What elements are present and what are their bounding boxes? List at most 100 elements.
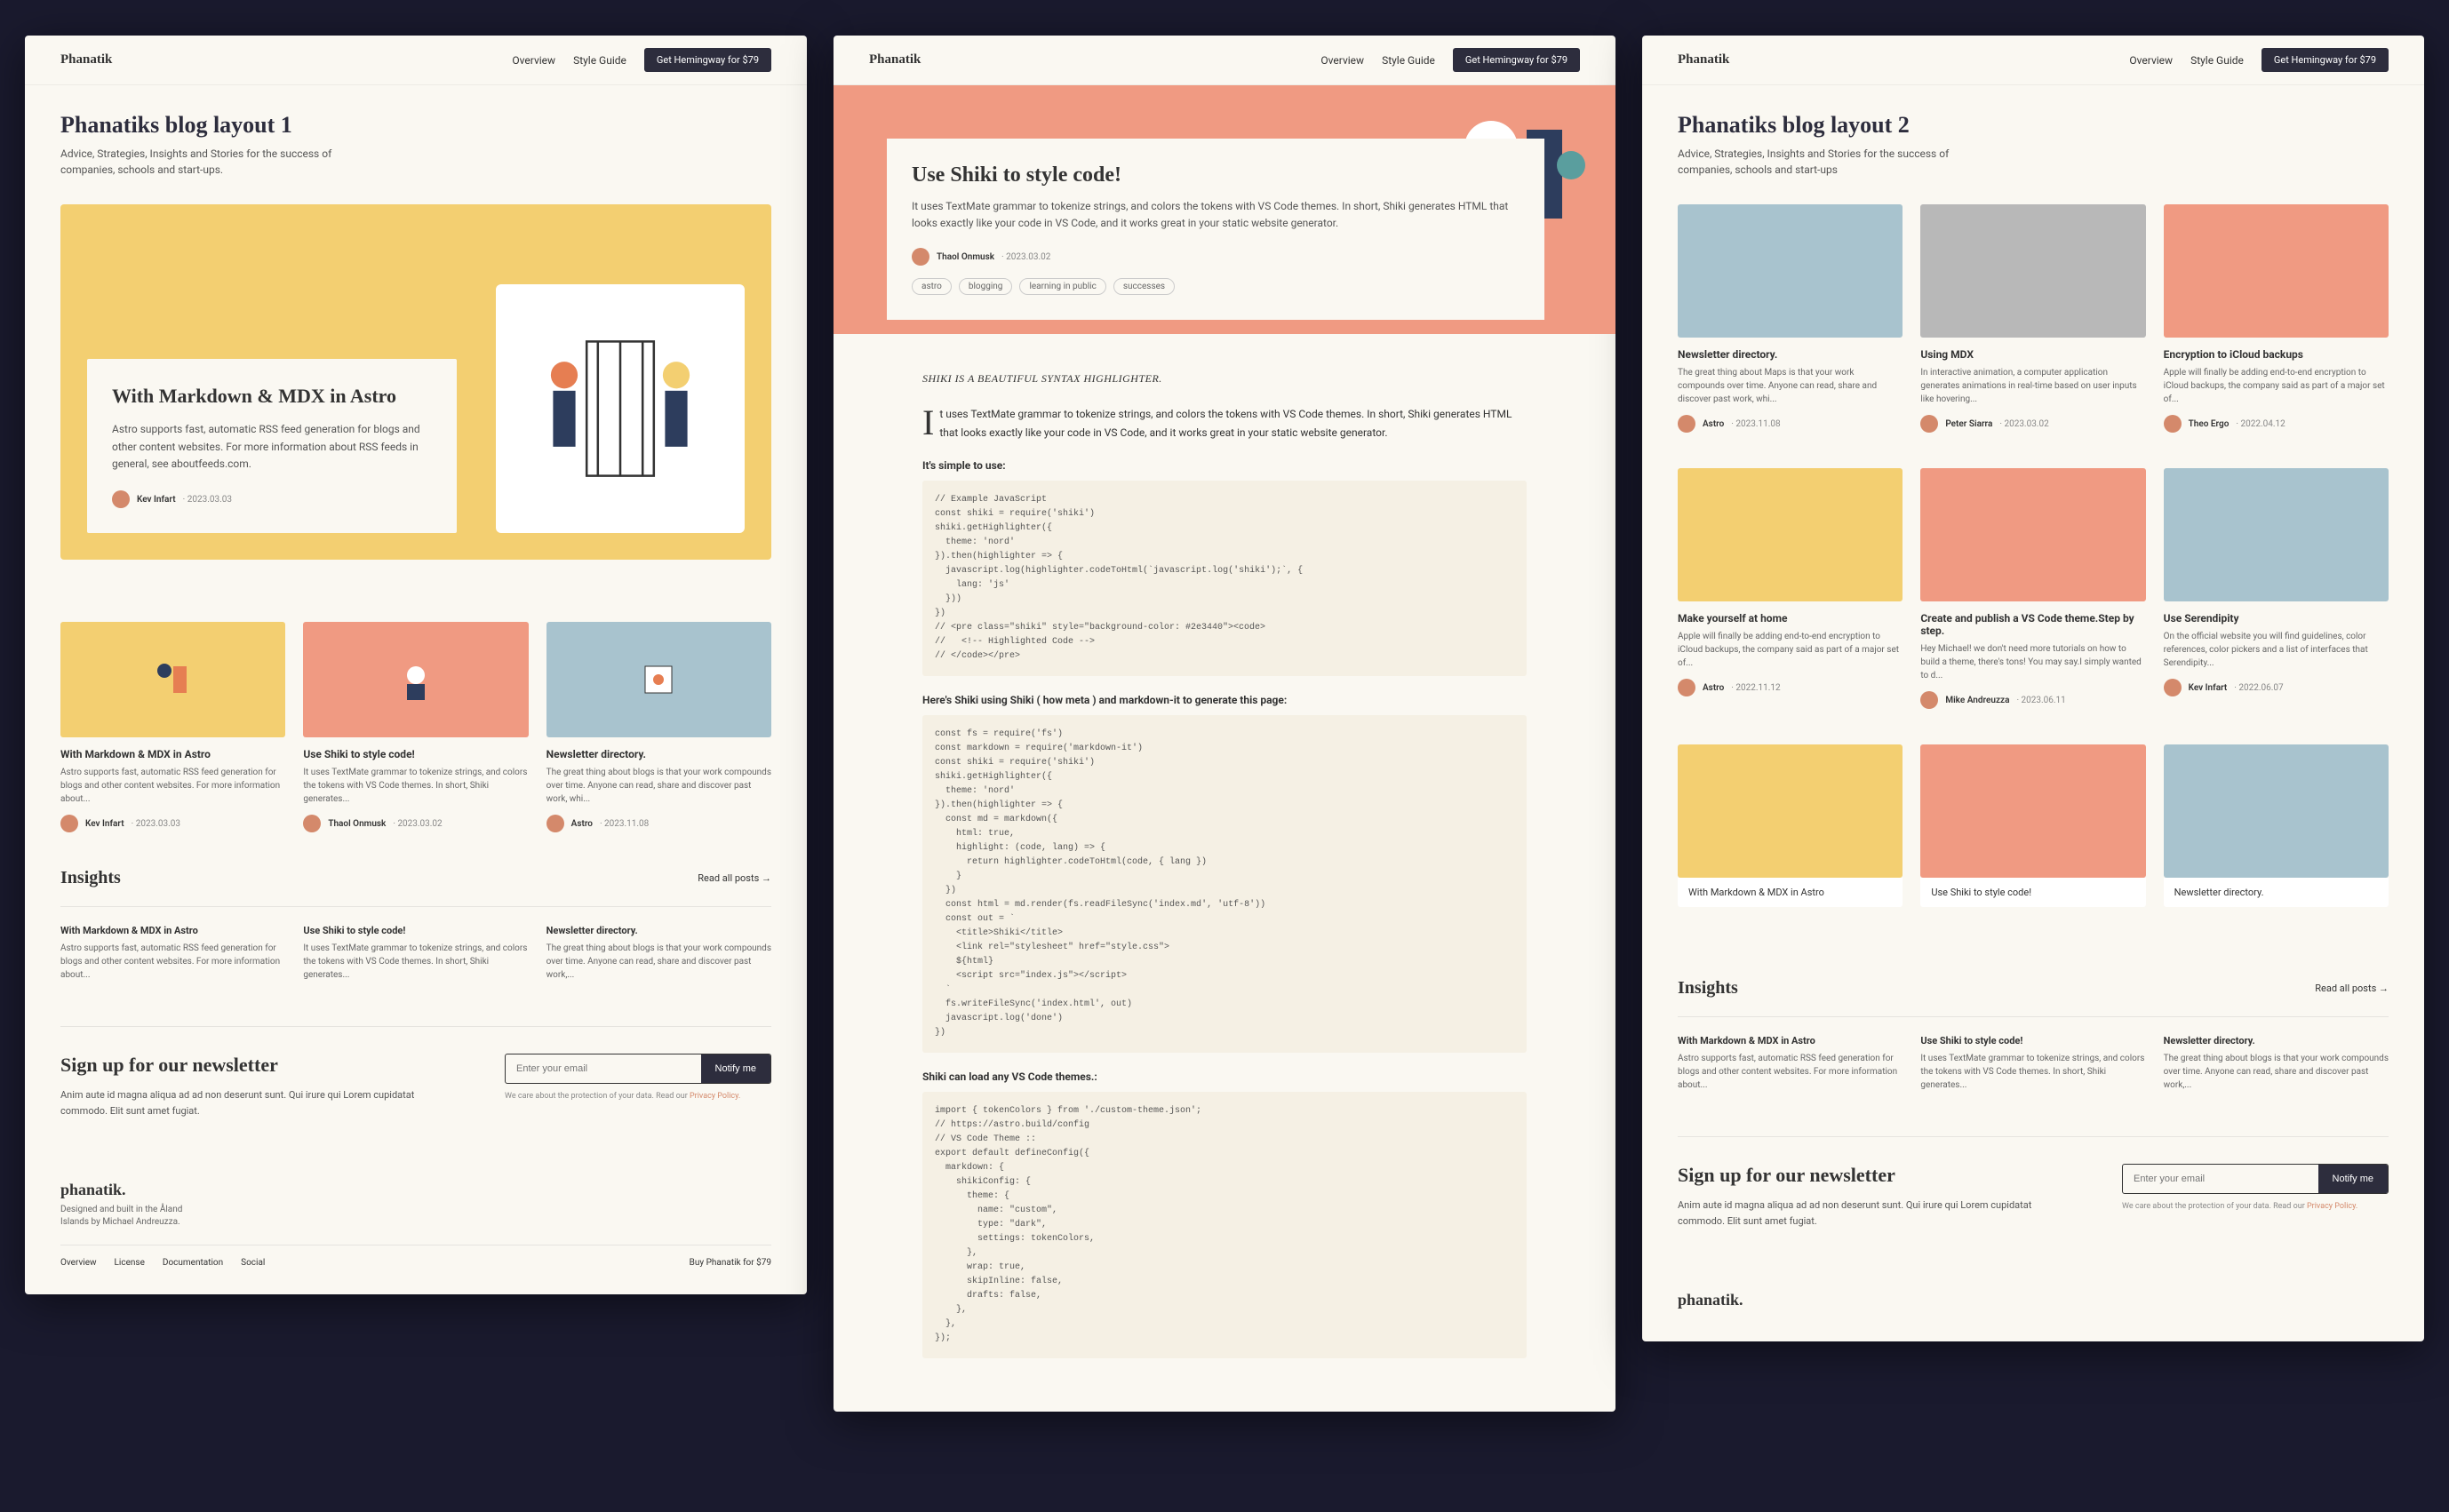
cta-button[interactable]: Get Hemingway for $79 xyxy=(644,48,771,72)
top-nav: Phanatik Overview Style Guide Get Heming… xyxy=(834,36,1615,85)
fnav-buy[interactable]: Buy Phanatik for $79 xyxy=(690,1258,771,1268)
page-title: Phanatiks blog layout 1 xyxy=(60,112,771,139)
footer-meta2: Islands by Michael Andreuzza. xyxy=(60,1217,771,1227)
insights-title: Insights xyxy=(60,868,121,888)
fnav-overview[interactable]: Overview xyxy=(60,1258,97,1268)
insight-2[interactable]: Use Shiki to style code!It uses TextMate… xyxy=(1920,1035,2145,1092)
divider xyxy=(1678,1016,2389,1017)
nav-overview[interactable]: Overview xyxy=(512,54,555,67)
gcard[interactable]: Make yourself at homeApple will finally … xyxy=(1678,468,1903,709)
card-image xyxy=(1920,468,2145,601)
card-title: With Markdown & MDX in Astro xyxy=(60,748,285,760)
top-nav: Phanatik Overview Style Guide Get Heming… xyxy=(1642,36,2424,85)
nav-overview[interactable]: Overview xyxy=(2129,54,2173,67)
privacy-link[interactable]: Privacy Policy. xyxy=(2307,1202,2357,1211)
email-input[interactable] xyxy=(506,1054,701,1083)
fnav-docs[interactable]: Documentation xyxy=(163,1258,223,1268)
card-image xyxy=(2164,744,2389,878)
subhead-1: It's simple to use: xyxy=(922,459,1527,472)
insight-1[interactable]: With Markdown & MDX in AstroAstro suppor… xyxy=(1678,1035,1903,1092)
notify-button[interactable]: Notify me xyxy=(701,1054,770,1083)
tag[interactable]: astro xyxy=(912,278,952,295)
gcard[interactable]: Using MDXIn interactive animation, a com… xyxy=(1920,204,2145,433)
card-image xyxy=(2164,468,2389,601)
card-1[interactable]: With Markdown & MDX in Astro Astro suppo… xyxy=(60,622,285,832)
page-layout-2: Phanatik Overview Style Guide Get Heming… xyxy=(1642,36,2424,1341)
newsletter-desc: Anim aute id magna aliqua ad ad non dese… xyxy=(1678,1198,2069,1229)
avatar-icon xyxy=(2164,415,2182,433)
newsletter-block: Sign up for our newsletter Anim aute id … xyxy=(1678,1136,2389,1264)
gcard[interactable]: Newsletter directory.The great thing abo… xyxy=(1678,204,1903,433)
email-input[interactable] xyxy=(2123,1165,2318,1193)
grid-row-2: Make yourself at homeApple will finally … xyxy=(1678,468,2389,709)
insight-1[interactable]: With Markdown & MDX in AstroAstro suppor… xyxy=(60,925,285,982)
insights-title: Insights xyxy=(1678,978,1738,999)
gcard[interactable]: Encryption to iCloud backupsApple will f… xyxy=(2164,204,2389,433)
hero-author: Kev Infart · 2023.03.03 xyxy=(112,490,432,508)
divider xyxy=(60,906,771,907)
avatar-icon xyxy=(912,248,929,266)
logo[interactable]: Phanatik xyxy=(869,52,921,68)
insight-3[interactable]: Newsletter directory.The great thing abo… xyxy=(546,925,771,982)
subhead-2: Here's Shiki using Shiki ( how meta ) an… xyxy=(922,694,1527,706)
cta-button[interactable]: Get Hemingway for $79 xyxy=(1453,48,1580,72)
card-title: Newsletter directory. xyxy=(546,748,771,760)
cta-button[interactable]: Get Hemingway for $79 xyxy=(2262,48,2389,72)
insight-2[interactable]: Use Shiki to style code!It uses TextMate… xyxy=(303,925,528,982)
card-3[interactable]: Newsletter directory. The great thing ab… xyxy=(546,622,771,832)
logo[interactable]: Phanatik xyxy=(60,52,112,68)
avatar-icon xyxy=(1678,679,1695,696)
nav-overview[interactable]: Overview xyxy=(1320,54,1364,67)
nav-styleguide[interactable]: Style Guide xyxy=(573,54,626,67)
insight-3[interactable]: Newsletter directory.The great thing abo… xyxy=(2164,1035,2389,1092)
code-block-3: import { tokenColors } from './custom-th… xyxy=(922,1092,1527,1358)
simple-card[interactable]: Use Shiki to style code! xyxy=(1920,744,2145,907)
privacy-link[interactable]: Privacy Policy. xyxy=(690,1092,740,1101)
read-all-link[interactable]: Read all posts → xyxy=(2315,983,2389,994)
top-nav: Phanatik Overview Style Guide Get Heming… xyxy=(25,36,807,85)
simple-card[interactable]: With Markdown & MDX in Astro xyxy=(1678,744,1903,907)
tag[interactable]: successes xyxy=(1113,278,1175,295)
footer: phanatik. Designed and built in the Ålan… xyxy=(25,1154,807,1294)
hero-illustration xyxy=(496,284,745,533)
fnav-social[interactable]: Social xyxy=(241,1258,265,1268)
logo[interactable]: Phanatik xyxy=(1678,52,1729,68)
article-title: Use Shiki to style code! xyxy=(912,163,1520,187)
card-2[interactable]: Use Shiki to style code! It uses TextMat… xyxy=(303,622,528,832)
fnav-license[interactable]: License xyxy=(115,1258,145,1268)
gcard[interactable]: Create and publish a VS Code theme.Step … xyxy=(1920,468,2145,709)
newsletter-desc: Anim aute id magna aliqua ad ad non dese… xyxy=(60,1087,451,1118)
gcard[interactable]: Use SerendipityOn the official website y… xyxy=(2164,468,2389,709)
tag[interactable]: learning in public xyxy=(1019,278,1105,295)
card-image xyxy=(303,622,528,737)
subhead-3: Shiki can load any VS Code themes.: xyxy=(922,1070,1527,1083)
card-image xyxy=(2164,204,2389,338)
card-title: Use Shiki to style code! xyxy=(303,748,528,760)
newsletter-block: Sign up for our newsletter Anim aute id … xyxy=(60,1026,771,1154)
tag-list: astro blogging learning in public succes… xyxy=(912,278,1520,295)
notify-button[interactable]: Notify me xyxy=(2318,1165,2388,1193)
author-date: · 2023.03.03 xyxy=(183,495,232,505)
footer-nav: Overview License Documentation Social Bu… xyxy=(60,1245,771,1268)
card-row: With Markdown & MDX in Astro Astro suppo… xyxy=(60,622,771,832)
card-desc: Astro supports fast, automatic RSS feed … xyxy=(60,766,285,806)
card-image xyxy=(1678,468,1903,601)
footer-logo: phanatik. xyxy=(1678,1291,2389,1309)
hero-card[interactable]: With Markdown & MDX in Astro Astro suppo… xyxy=(87,359,457,533)
tag[interactable]: blogging xyxy=(959,278,1013,295)
simple-card[interactable]: Newsletter directory. xyxy=(2164,744,2389,907)
grid-row-3: With Markdown & MDX in Astro Use Shiki t… xyxy=(1678,744,2389,907)
code-block-1: // Example JavaScript const shiki = requ… xyxy=(922,481,1527,676)
insights-header: Insights Read all posts → xyxy=(1678,978,2389,999)
article-desc: It uses TextMate grammar to tokenize str… xyxy=(912,198,1520,232)
email-form: Notify me xyxy=(2122,1164,2389,1194)
avatar-icon xyxy=(1678,415,1695,433)
code-block-2: const fs = require('fs') const markdown … xyxy=(922,715,1527,1053)
insights-header: Insights Read all posts → xyxy=(60,868,771,888)
nav-styleguide[interactable]: Style Guide xyxy=(2190,54,2244,67)
card-desc: The great thing about blogs is that your… xyxy=(546,766,771,806)
avatar-icon xyxy=(1920,691,1938,709)
read-all-link[interactable]: Read all posts → xyxy=(698,872,771,884)
newsletter-title: Sign up for our newsletter xyxy=(60,1054,451,1077)
nav-styleguide[interactable]: Style Guide xyxy=(1382,54,1435,67)
